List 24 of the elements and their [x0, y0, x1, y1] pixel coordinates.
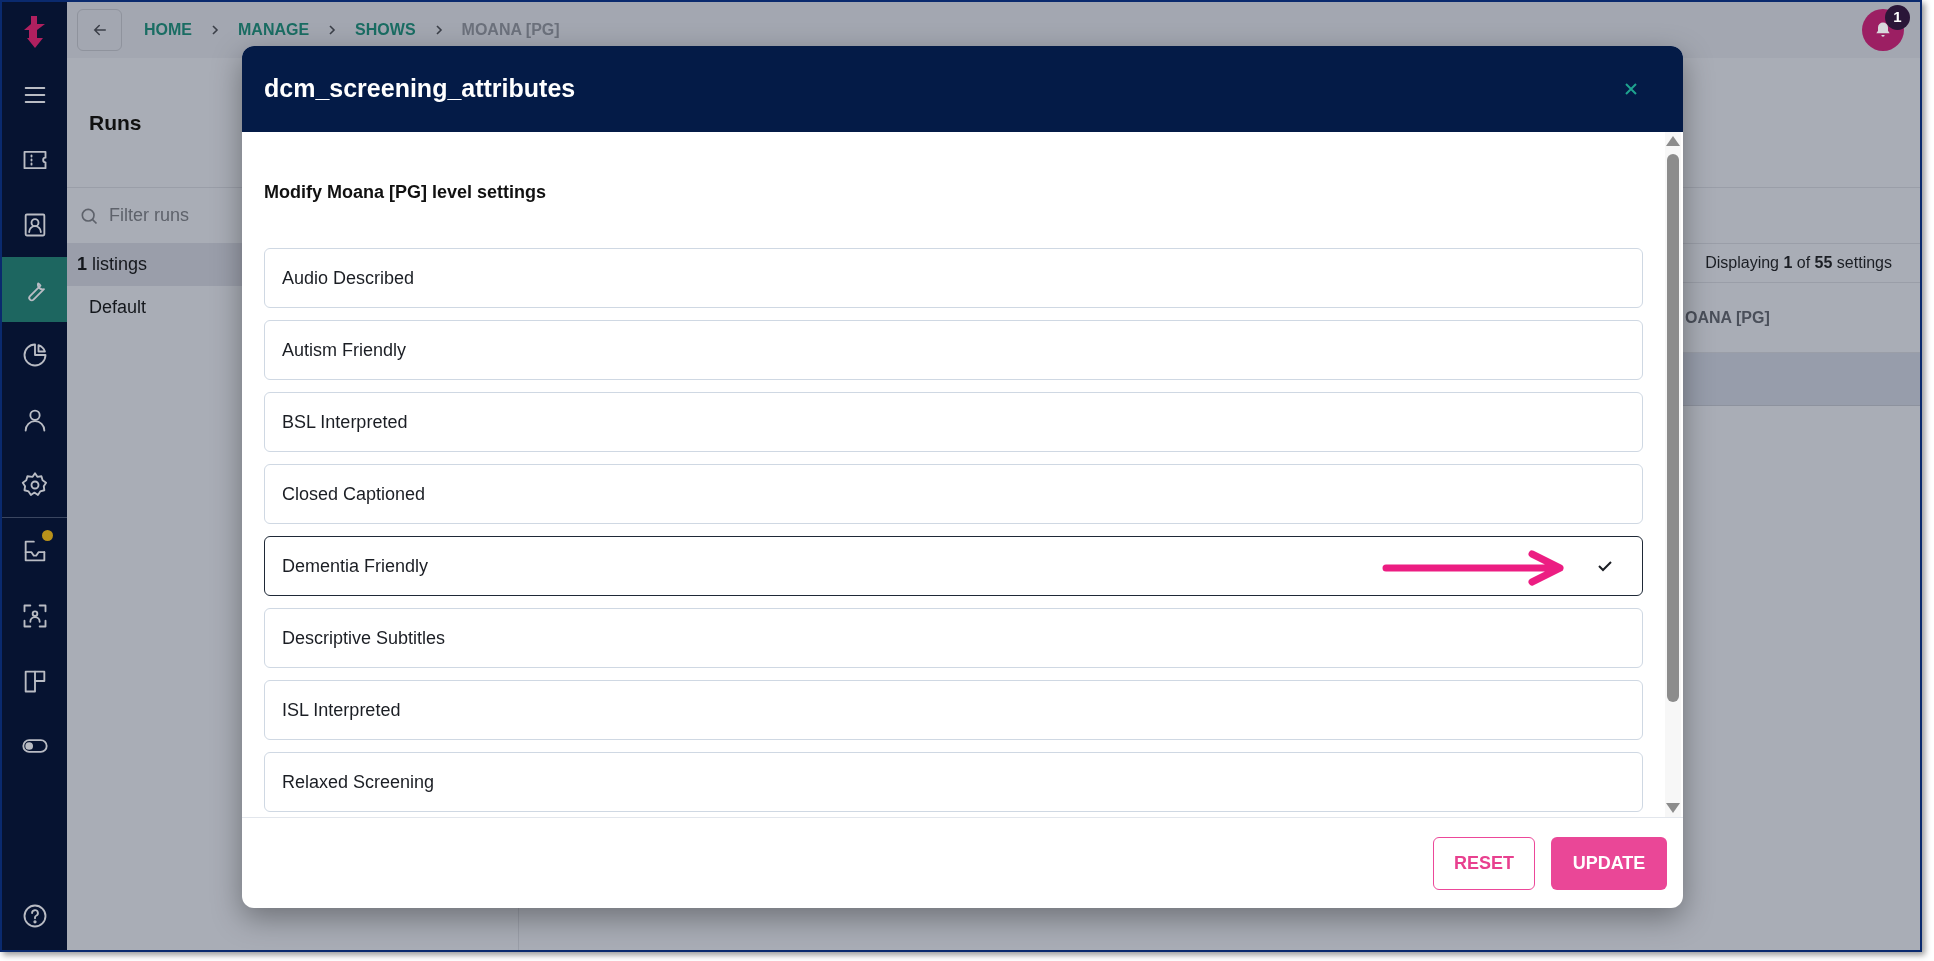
option-item[interactable]: ISL Interpreted — [264, 680, 1643, 740]
chevron-icon — [210, 24, 220, 36]
settings-icon — [20, 470, 49, 499]
scrollbar-thumb[interactable] — [1667, 154, 1679, 702]
close-icon — [1624, 82, 1638, 96]
option-item[interactable]: Closed Captioned — [264, 464, 1643, 524]
option-item[interactable]: Autism Friendly — [264, 320, 1643, 380]
notification-count: 1 — [1885, 5, 1910, 30]
option-item[interactable]: Relaxed Screening — [264, 752, 1643, 812]
scroll-up-arrow-icon[interactable] — [1666, 136, 1680, 146]
settings-count: Displaying 1 of 55 settings — [1705, 253, 1892, 273]
update-button[interactable]: UPDATE — [1551, 836, 1667, 890]
scrollbar[interactable] — [1665, 132, 1681, 817]
checkmark-icon — [1597, 560, 1613, 572]
option-item[interactable]: BSL Interpreted — [264, 392, 1643, 452]
scroll-down-arrow-icon[interactable] — [1666, 803, 1680, 813]
reset-button[interactable]: RESET — [1433, 836, 1535, 890]
column-header: OANA [PG] — [1685, 307, 1770, 328]
option-item[interactable]: Audio Described — [264, 248, 1643, 308]
filter-field[interactable]: Filter runs — [109, 202, 409, 229]
chevron-icon — [433, 24, 444, 36]
option-item[interactable]: Descriptive Subtitles — [264, 608, 1643, 668]
option-item[interactable]: Dementia Friendly — [264, 536, 1643, 596]
chevron-icon — [327, 24, 338, 36]
